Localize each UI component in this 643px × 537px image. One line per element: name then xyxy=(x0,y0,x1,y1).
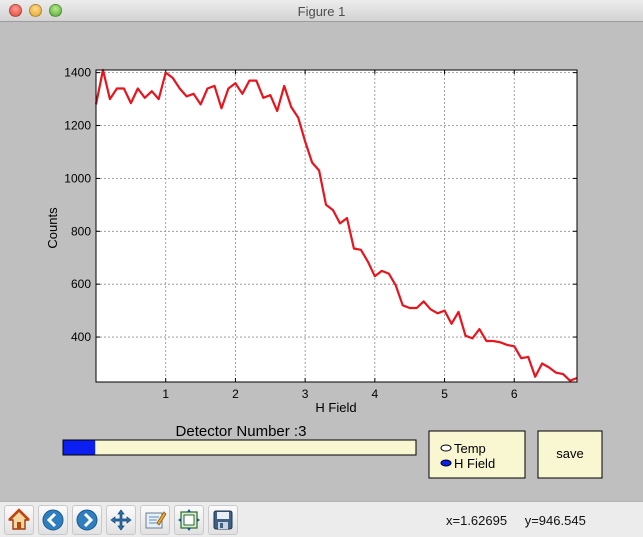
detector-label: Detector Number :3 xyxy=(176,423,307,440)
back-arrow-icon xyxy=(42,509,64,531)
pan-icon xyxy=(110,509,132,531)
x-tick-label: 3 xyxy=(302,387,309,401)
save-icon xyxy=(213,510,233,530)
home-icon xyxy=(8,508,30,530)
y-tick-label: 800 xyxy=(71,224,91,238)
window-title: Figure 1 xyxy=(297,4,346,19)
figure-svg: 1 2 3 4 5 6 400 600 800 1000 1200 1400 H Field Coun… xyxy=(45,66,603,479)
save-button-label: save xyxy=(556,446,583,461)
plot-area[interactable] xyxy=(96,70,577,382)
cursor-coordinates: x=1.62695 y=946.545 xyxy=(446,513,600,528)
cursor-y-readout: y=946.545 xyxy=(524,513,586,528)
x-tick-label: 2 xyxy=(232,387,239,401)
y-axis-label: Counts xyxy=(45,207,60,249)
y-tick-label: 400 xyxy=(71,330,91,344)
radio-h-field-indicator[interactable] xyxy=(440,459,452,467)
home-button[interactable] xyxy=(4,505,34,535)
y-tick-label: 1200 xyxy=(64,119,91,133)
subplots-icon xyxy=(178,509,200,531)
x-tick-label: 4 xyxy=(371,387,378,401)
navigation-toolbar: x=1.62695 y=946.545 xyxy=(0,501,643,537)
back-button[interactable] xyxy=(38,505,68,535)
y-tick-label: 600 xyxy=(71,277,91,291)
zoom-icon xyxy=(145,511,167,529)
title-bar: Figure 1 xyxy=(0,0,643,22)
save-button[interactable]: save xyxy=(537,430,603,479)
x-tick-label: 5 xyxy=(441,387,448,401)
detector-slider[interactable] xyxy=(62,439,417,456)
x-tick-label: 6 xyxy=(511,387,518,401)
detector-slider-fill xyxy=(63,440,96,455)
x-axis-label: H Field xyxy=(315,400,356,415)
radio-temp-label: Temp xyxy=(454,441,486,456)
figure-canvas: 1 2 3 4 5 6 400 600 800 1000 1200 1400 H Field Coun… xyxy=(0,23,643,501)
cursor-x-readout: x=1.62695 xyxy=(446,513,508,528)
zoom-button[interactable] xyxy=(140,505,170,535)
forward-arrow-icon xyxy=(76,509,98,531)
figure-window: Figure 1 1 2 3 4 5 6 400 600 800 1000 1200 1400 H F… xyxy=(0,0,643,537)
radio-h-field-label: H Field xyxy=(454,456,495,471)
forward-button[interactable] xyxy=(72,505,102,535)
pan-button[interactable] xyxy=(106,505,136,535)
y-tick-label: 1000 xyxy=(64,171,91,185)
y-tick-label: 1400 xyxy=(64,66,91,80)
radio-temp-indicator[interactable] xyxy=(440,444,452,452)
subplots-button[interactable] xyxy=(174,505,204,535)
save-figure-button[interactable] xyxy=(208,505,238,535)
x-tick-label: 1 xyxy=(162,387,169,401)
